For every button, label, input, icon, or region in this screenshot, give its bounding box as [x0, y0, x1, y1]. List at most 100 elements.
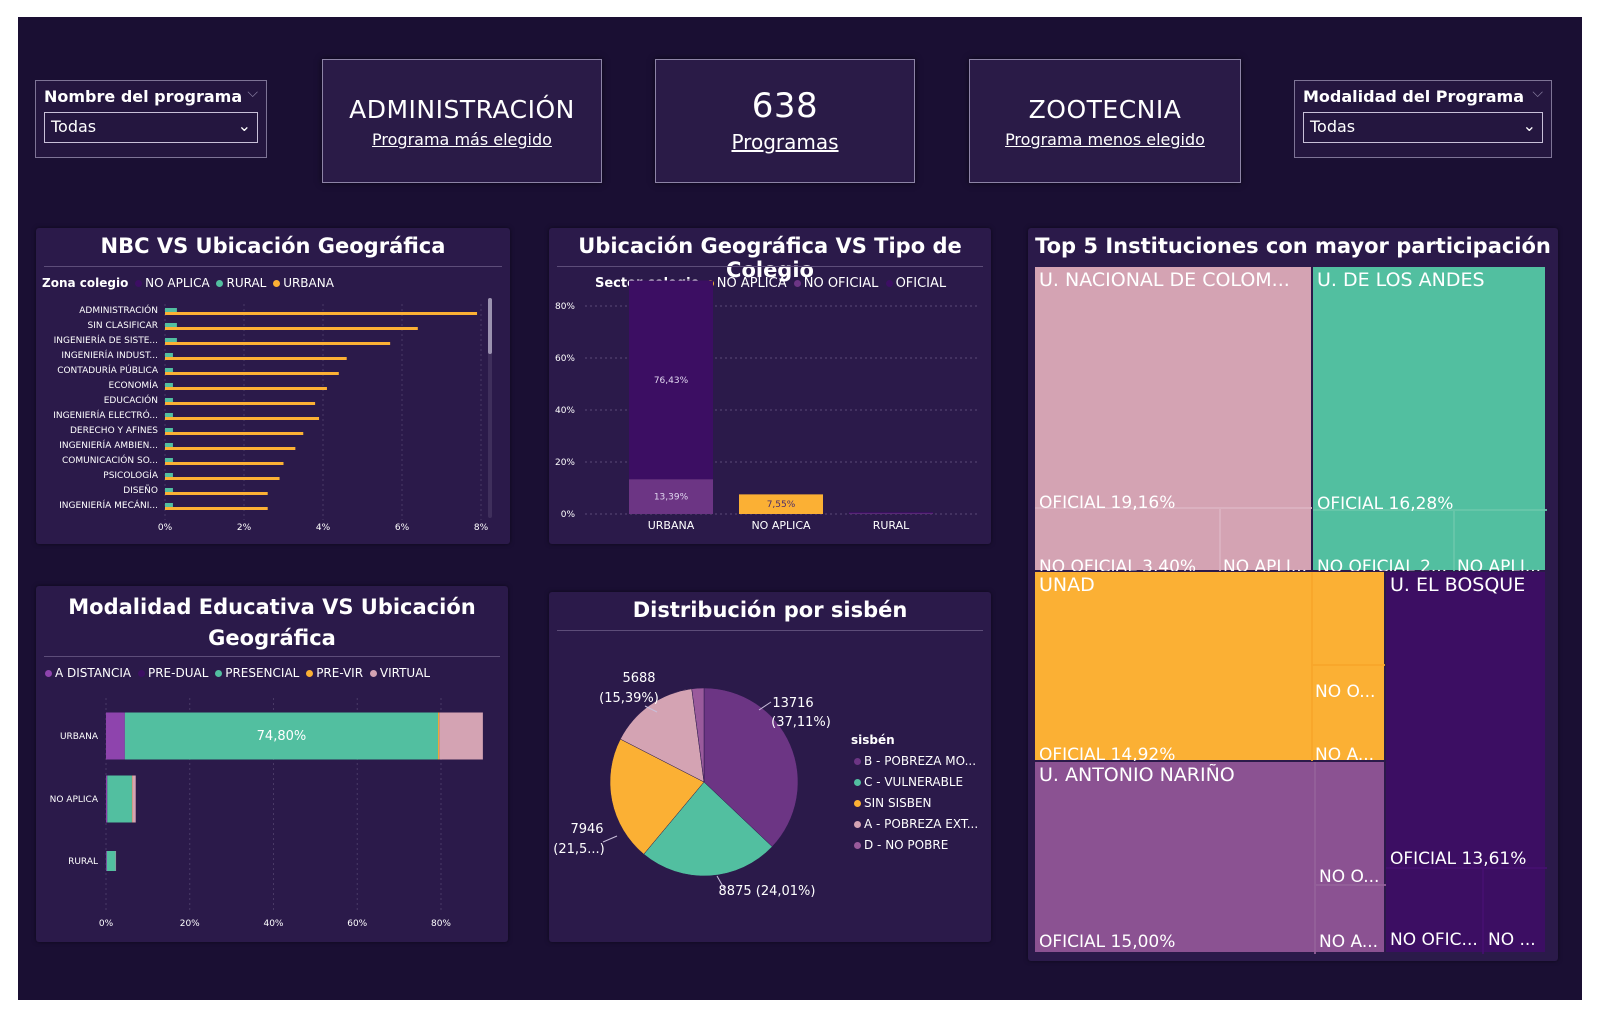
x-tick-label: 4%: [316, 523, 331, 533]
treemap-tile[interactable]: U. EL BOSQUE OFICIAL 13,61% NO OFIC... NO .…: [1385, 571, 1547, 954]
x-tick-label: 2%: [237, 523, 252, 533]
x-tick-label: 80%: [431, 919, 451, 929]
bar-rural: [165, 458, 173, 462]
stacked-bar-segment: [106, 851, 107, 871]
bar-urbana: [165, 312, 478, 315]
bar-urbana: [165, 357, 347, 360]
bar-urbana: [165, 342, 391, 345]
category-label: PSICOLOGÍA: [103, 469, 159, 481]
bar-urbana: [165, 432, 304, 435]
chevron-down-icon[interactable]: ⌵: [247, 85, 258, 101]
legend-row[interactable]: C - VULNERABLE: [851, 772, 978, 793]
legend-row[interactable]: A - POBREZA EXT...: [851, 814, 978, 835]
leader-line: [602, 835, 618, 843]
slicer-title: Modalidad del Programa: [1303, 87, 1524, 106]
x-tick-label: NO APLICA: [751, 519, 811, 532]
stacked-bar-segment: [439, 712, 483, 760]
bar-rural: [165, 308, 177, 312]
dropdown-value: Todas: [51, 117, 97, 136]
stacked-bar-segment: [849, 512, 933, 514]
stacked-bar-segment: [438, 712, 440, 760]
treemap-leaf-label[interactable]: OFICIAL 13,61%: [1390, 849, 1526, 869]
data-label: 13716: [772, 696, 813, 711]
category-label: COMUNICACIÓN SO...: [62, 454, 158, 466]
top5-treemap-panel: Top 5 Instituciones con mayor participac…: [1028, 228, 1558, 961]
y-tick-label: 80%: [555, 302, 575, 312]
data-label: 8875 (24,01%): [719, 884, 816, 899]
treemap-tile-name: U. NACIONAL DE COLOM...: [1039, 269, 1290, 291]
treemap-leaf-label[interactable]: OFICIAL 15,00%: [1039, 932, 1175, 952]
card-value: 638: [751, 86, 819, 126]
program-count-card: 638 Programas: [655, 59, 915, 183]
bar-rural: [165, 338, 177, 342]
program-modality-slicer[interactable]: Modalidad del Programa ⌵ Todas ⌄: [1294, 80, 1552, 158]
x-tick-label: 6%: [395, 523, 410, 533]
bar-rural: [165, 323, 177, 327]
program-name-dropdown[interactable]: Todas ⌄: [44, 112, 258, 143]
category-label: RURAL: [68, 857, 98, 867]
treemap-leaf-label[interactable]: NO O...: [1315, 682, 1375, 702]
treemap-leaf-label[interactable]: OFICIAL 19,16%: [1039, 493, 1175, 513]
program-name-slicer[interactable]: Nombre del programa ⌵ Todas ⌄: [35, 80, 267, 158]
legend-swatch: [854, 820, 861, 828]
treemap-leaf-label[interactable]: NO A...: [1319, 932, 1378, 952]
bar-rural: [165, 383, 173, 387]
legend-title: sisbén: [851, 733, 895, 747]
school-type-bar-chart: 0% 20% 40% 60% 80% URBANA NO APLICA RURAL 76,43%…: [555, 280, 979, 532]
category-label: DISEÑO: [123, 485, 158, 496]
program-modality-dropdown[interactable]: Todas ⌄: [1303, 112, 1543, 143]
modality-bar-chart: 0% 20% 40% 60% 80% URBANA NO APLICA RURAL 74,80%: [50, 698, 483, 929]
data-label: 74,80%: [257, 729, 307, 744]
treemap-divider: [1311, 664, 1386, 666]
x-tick-label: 8%: [474, 523, 489, 533]
data-label: (37,11%): [771, 715, 831, 730]
treemap-leaf-label[interactable]: NO O...: [1319, 867, 1379, 887]
bar-urbana: [165, 462, 284, 465]
data-label: (15,39%): [599, 691, 659, 706]
treemap-tile[interactable]: U. DE LOS ANDES OFICIAL 16,28% NO OFICIAL …: [1312, 266, 1547, 577]
category-label: EDUCACIÓN: [104, 394, 158, 406]
pie-legend: sisbén B - POBREZA MO... C - VULNERABLE …: [851, 730, 978, 856]
bar-urbana: [165, 492, 268, 495]
category-label: INGENIERÍA AMBIEN...: [59, 439, 158, 451]
x-tick-label: 40%: [263, 919, 283, 929]
modality-chart-panel: Modalidad Educativa VS Ubicación Geográf…: [36, 586, 508, 942]
stacked-bar-segment: [106, 712, 125, 760]
scrollbar-thumb: [488, 298, 492, 354]
bar-rural: [165, 503, 173, 507]
treemap-tile[interactable]: U. NACIONAL DE COLOM... OFICIAL 19,16% NO …: [1034, 266, 1313, 577]
legend-item: B - POBREZA MO...: [864, 754, 977, 768]
legend-row[interactable]: B - POBREZA MO...: [851, 751, 978, 772]
bar-rural: [165, 398, 173, 402]
stacked-bar-segment: [849, 513, 933, 514]
stacked-bar-segment: [107, 775, 132, 823]
legend-item: D - NO POBRE: [864, 838, 949, 852]
chevron-down-icon[interactable]: ⌵: [1532, 85, 1543, 101]
treemap-leaf-label[interactable]: NO ...: [1488, 930, 1536, 950]
treemap-tile[interactable]: U. ANTONIO NARIÑO OFICIAL 15,00% NO O... NO…: [1034, 761, 1386, 954]
x-tick-label: 0%: [99, 919, 114, 929]
chevron-down-icon: ⌄: [1522, 116, 1536, 135]
most-chosen-card: ADMINISTRACIÓN Programa más elegido: [322, 59, 602, 183]
card-label: Programa más elegido: [372, 130, 552, 149]
stacked-bar-segment: [106, 775, 108, 823]
slicer-title: Nombre del programa: [44, 87, 243, 106]
nbc-chart-panel: NBC VS Ubicación Geográfica Zona colegio…: [36, 228, 510, 544]
data-label: 76,43%: [654, 376, 689, 386]
y-tick-label: 20%: [555, 458, 575, 468]
legend-row[interactable]: D - NO POBRE: [851, 835, 978, 856]
y-tick-label: 60%: [555, 354, 575, 364]
stacked-bar-segment: [132, 775, 136, 823]
treemap-leaf-label[interactable]: OFICIAL 16,28%: [1317, 494, 1453, 514]
legend-row[interactable]: SIN SISBEN: [851, 793, 978, 814]
dashboard-canvas: Nombre del programa ⌵ Todas ⌄ Modalidad …: [18, 17, 1582, 1000]
panel-title: Top 5 Instituciones con mayor participac…: [1035, 234, 1551, 258]
bar-urbana: [165, 447, 296, 450]
leader-line: [758, 701, 772, 711]
category-label: URBANA: [60, 732, 99, 742]
treemap-leaf-label[interactable]: NO OFIC...: [1390, 930, 1478, 950]
bar-rural: [165, 443, 173, 447]
bar-rural: [165, 428, 173, 432]
legend-item: A - POBREZA EXT...: [864, 817, 979, 831]
treemap-tile[interactable]: UNAD OFICIAL 14,92% NO O... NO A...: [1034, 571, 1386, 765]
